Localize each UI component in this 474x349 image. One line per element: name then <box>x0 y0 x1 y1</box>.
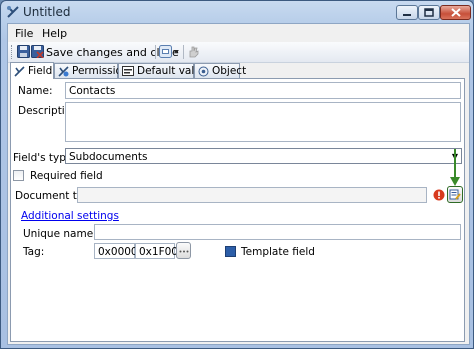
permissions-icon <box>58 65 69 77</box>
edit-list-icon <box>449 189 461 200</box>
toolbar-separator <box>155 45 156 59</box>
additional-settings-link[interactable]: Additional settings <box>21 210 119 222</box>
dropdown-arrow-icon[interactable] <box>172 45 180 58</box>
maximize-button[interactable] <box>418 5 440 20</box>
document-type-field[interactable] <box>77 187 427 203</box>
description-field[interactable] <box>65 102 461 142</box>
name-field[interactable]: Contacts <box>65 82 461 99</box>
required-checkbox[interactable] <box>13 170 24 181</box>
field-icon <box>14 65 25 77</box>
tag-field-1[interactable]: 0x0000 <box>94 243 138 259</box>
title-bar[interactable]: Untitled <box>1 1 473 23</box>
name-label: Name: <box>18 85 53 97</box>
tag-browse-button[interactable] <box>176 242 191 259</box>
minimize-button[interactable] <box>396 5 418 20</box>
error-icon <box>433 189 445 201</box>
field-panel: Name: Contacts Description: Field's type… <box>10 78 465 342</box>
save-close-icon[interactable] <box>31 45 44 58</box>
window-title: Untitled <box>23 5 71 19</box>
default-value-icon <box>122 66 134 76</box>
fields-type-select[interactable]: Subdocuments ▼ <box>65 148 462 164</box>
tag-field-2[interactable]: 0x1F00 <box>135 243 178 259</box>
unique-name-field[interactable] <box>94 224 461 240</box>
ellipsis-icon <box>179 250 189 253</box>
document-type-picker-button[interactable] <box>447 186 463 203</box>
tab-object-label: Object <box>212 65 247 77</box>
tab-object[interactable]: Object <box>194 63 246 78</box>
save-icon[interactable] <box>17 45 30 58</box>
options-icon[interactable] <box>159 45 172 58</box>
tab-default-value[interactable]: Default value <box>118 63 207 78</box>
client-area: File Help Save changes and close Field P… <box>7 23 470 345</box>
hand-icon[interactable] <box>187 45 200 58</box>
unique-name-label: Unique name: <box>23 228 97 240</box>
menu-help[interactable]: Help <box>42 27 67 40</box>
tag-label: Tag: <box>23 246 45 258</box>
fields-type-value: Subdocuments <box>69 151 148 163</box>
toolbar-grip[interactable] <box>11 45 14 59</box>
required-label: Required field <box>30 170 103 182</box>
maximize-icon <box>424 8 434 17</box>
tab-field-label: Field <box>28 65 53 77</box>
tab-field[interactable]: Field <box>10 62 54 79</box>
object-icon <box>198 66 209 76</box>
close-icon <box>450 8 461 17</box>
toolbar-separator-2 <box>183 45 184 59</box>
menu-bar: File Help <box>8 24 469 42</box>
app-icon <box>7 6 19 18</box>
minimize-icon <box>403 13 411 16</box>
toolbar: Save changes and close <box>8 42 469 63</box>
app-window: Untitled File Help Save changes and clos… <box>0 0 474 349</box>
template-checkbox[interactable] <box>225 246 236 257</box>
menu-file[interactable]: File <box>15 27 33 40</box>
template-label: Template field <box>241 246 315 258</box>
close-button[interactable] <box>440 5 471 20</box>
annotation-arrow-icon <box>450 149 460 186</box>
tab-permissions[interactable]: Permissions <box>54 63 134 78</box>
